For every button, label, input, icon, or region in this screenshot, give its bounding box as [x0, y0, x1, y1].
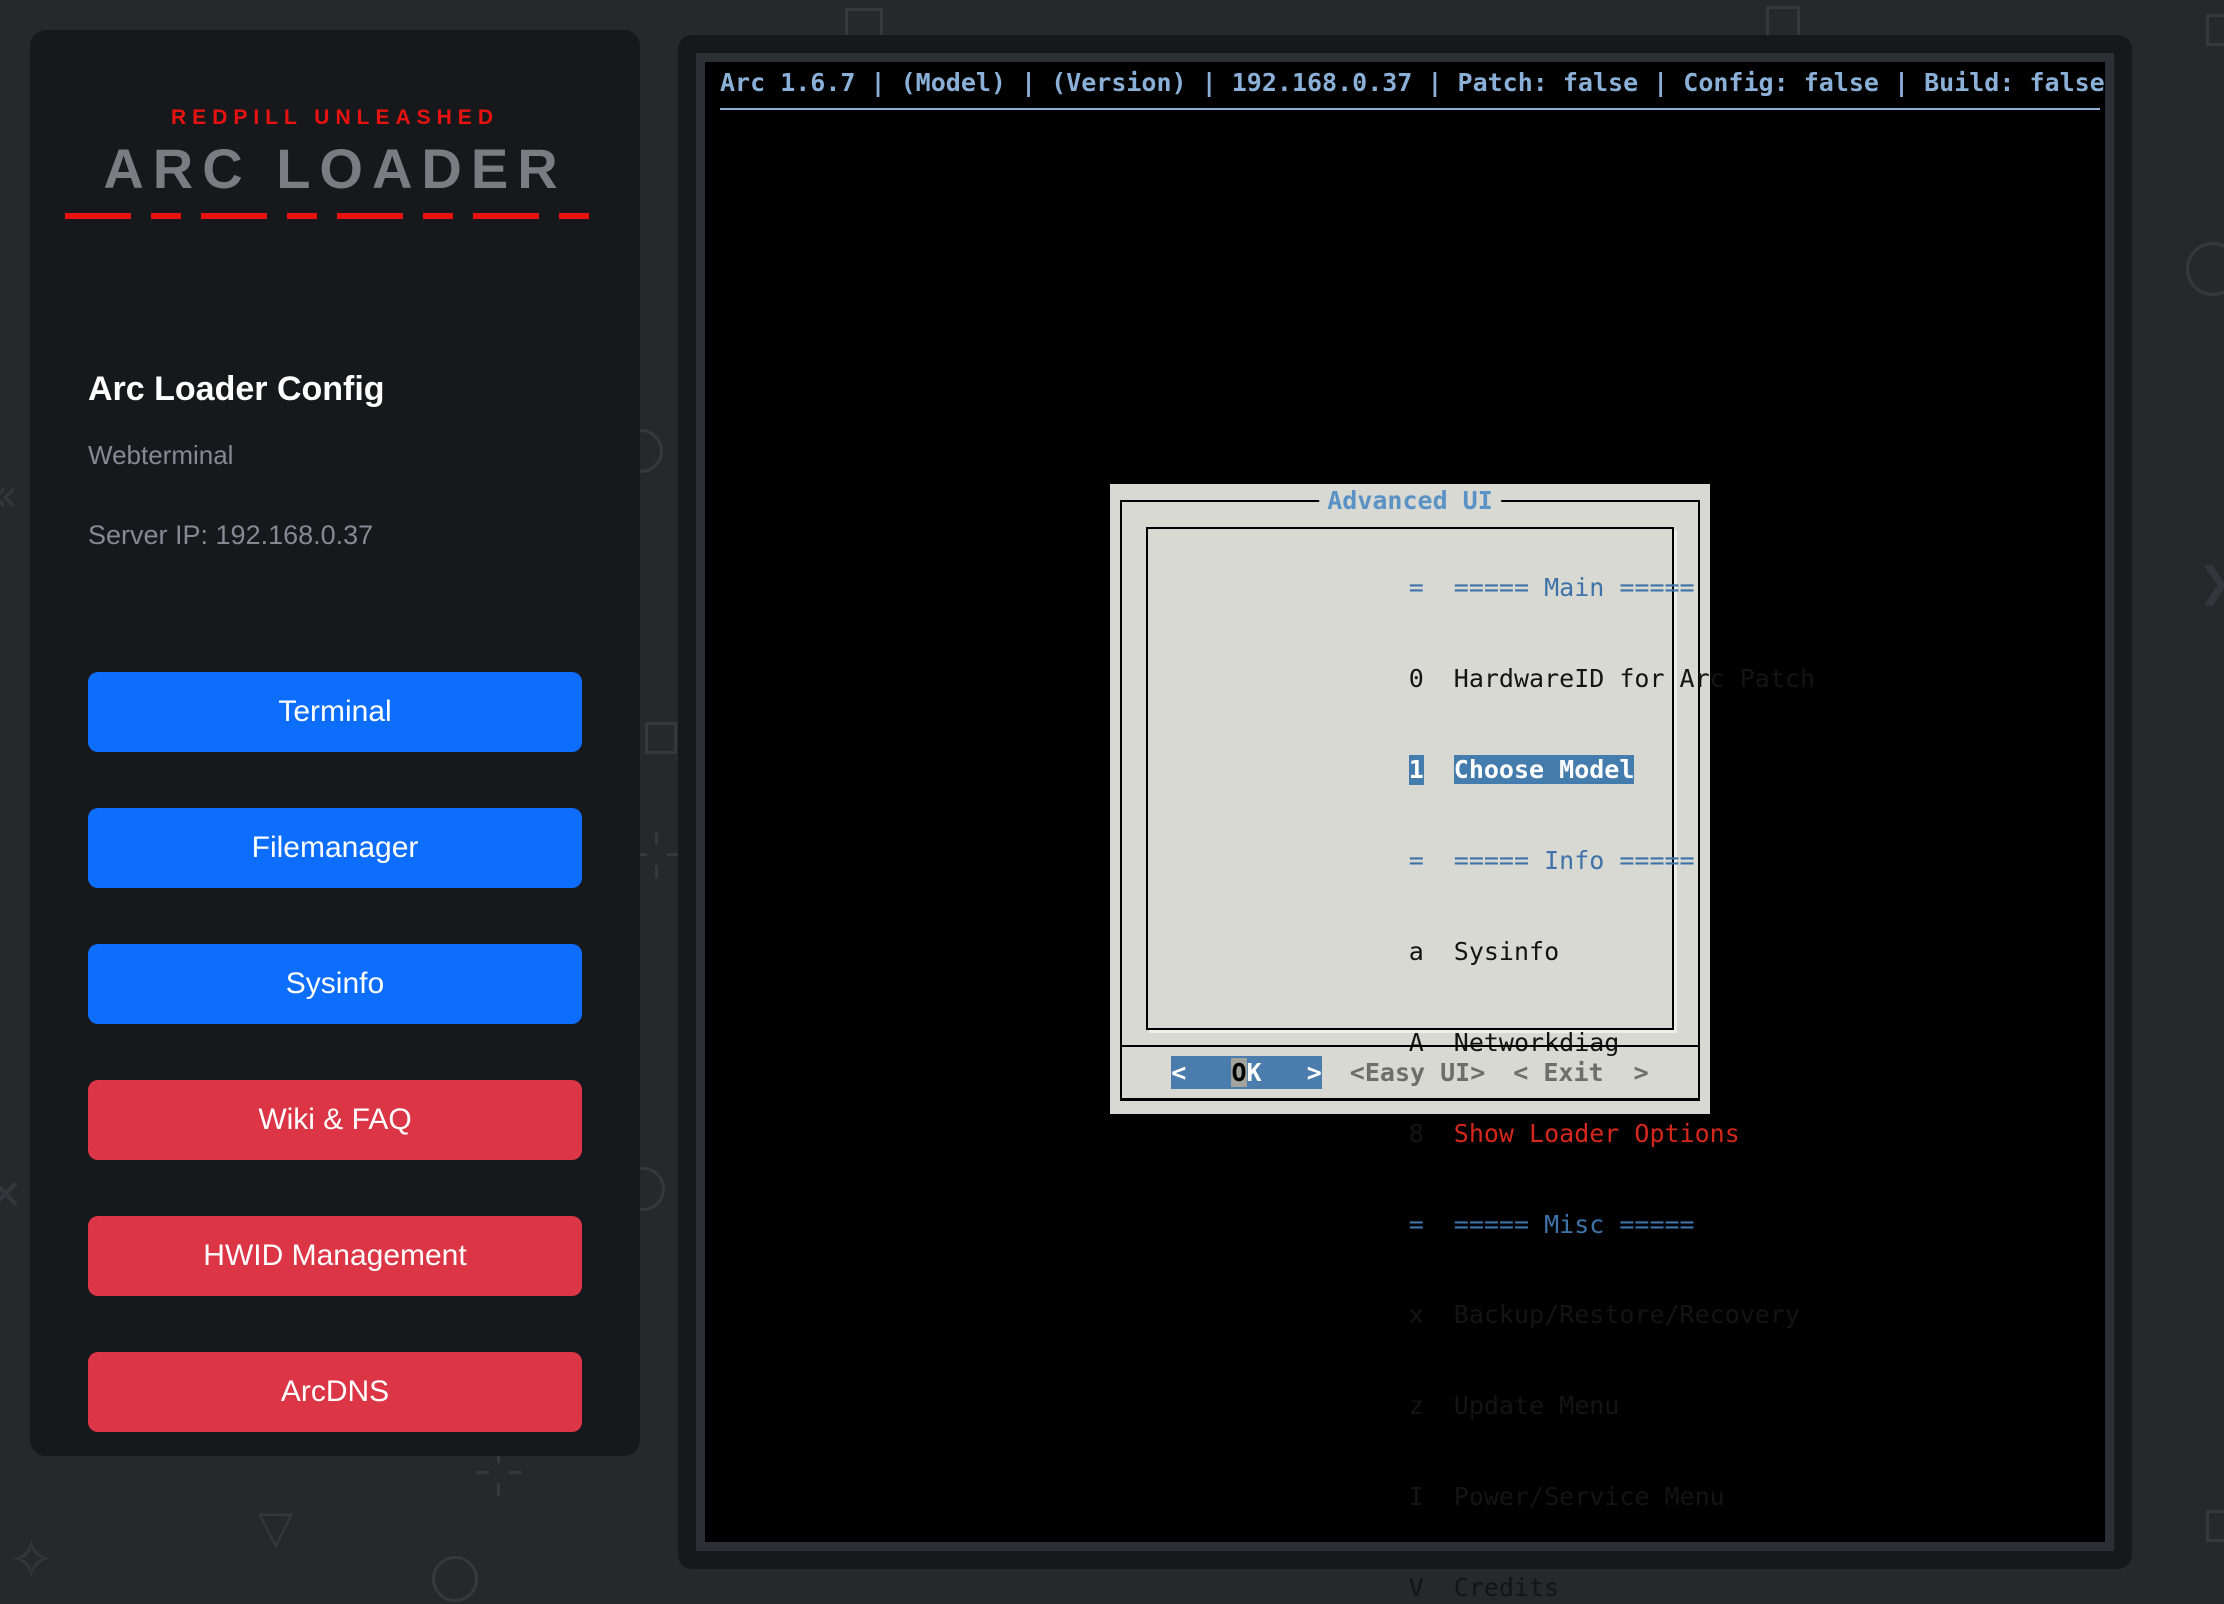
dialog-button-row: < OK > <Easy UI> < Exit > [1110, 1056, 1710, 1089]
logo-dashed-underline [65, 213, 605, 219]
sidebar-button-group: Terminal Filemanager Sysinfo Wiki & FAQ … [88, 672, 582, 1432]
dialog-menu-box: ====== Main ===== 0HardwareID for Arc Pa… [1146, 527, 1674, 1030]
menu-item-power-service[interactable]: IPower/Service Menu [1198, 1452, 1672, 1543]
decor-square [2206, 14, 2224, 46]
decor-square [2206, 1510, 2224, 1542]
terminal-status-line: Arc 1.6.7 | (Model) | (Version) | 192.16… [720, 68, 2105, 97]
menu-item-label: Sysinfo [1454, 937, 1559, 966]
menu-item-tag: x [1409, 1300, 1424, 1330]
decor-square [645, 722, 677, 754]
menu-item-label: Backup/Restore/Recovery [1454, 1300, 1800, 1329]
menu-item-tag: a [1409, 937, 1424, 967]
ok-button-text: < [1171, 1058, 1231, 1087]
decor-chevron: ❯ [2198, 560, 2224, 606]
sidebar: REDPILL UNLEASHED ARC LOADER Arc Loader … [30, 30, 640, 1456]
menu-item-tag: A [1409, 1028, 1424, 1058]
decor-crosshair [634, 832, 680, 878]
menu-item-label: Choose Model [1454, 755, 1635, 784]
page-subtitle: Webterminal [88, 440, 233, 471]
menu-item-label: Networkdiag [1454, 1028, 1620, 1057]
ok-button-text: K > [1247, 1058, 1322, 1087]
menu-item-tag: 1 [1409, 755, 1424, 785]
hwid-management-button[interactable]: HWID Management [88, 1216, 582, 1296]
logo-arc-loader: ARC LOADER [30, 136, 640, 201]
menu-item-tag: z [1409, 1391, 1424, 1421]
server-ip-label: Server IP: 192.168.0.37 [88, 520, 373, 551]
exit-button[interactable]: < Exit > [1513, 1056, 1648, 1089]
menu-item-label: Credits [1454, 1573, 1559, 1602]
menu-item-tag: 0 [1409, 664, 1424, 694]
menu-item-hardwareid[interactable]: 0HardwareID for Arc Patch [1198, 634, 1672, 725]
menu-item-sysinfo[interactable]: a Sysinfo [1198, 907, 1672, 998]
menu-item-choose-model[interactable]: 1 Choose Model [1198, 725, 1672, 816]
menu-item-label: ===== Info ===== [1454, 846, 1695, 875]
terminal-screen[interactable]: Arc 1.6.7 | (Model) | (Version) | 192.16… [705, 62, 2105, 1542]
advanced-ui-dialog: Advanced UI ====== Main ===== 0HardwareI… [1110, 484, 1710, 1114]
decor-circle [432, 1556, 478, 1602]
menu-item-tag: I [1409, 1482, 1424, 1512]
decor-star: ✧ [8, 1528, 55, 1593]
menu-item-label: ===== Misc ===== [1454, 1210, 1695, 1239]
decor-x-mark: ✕ [0, 1170, 23, 1219]
terminal-frame: Arc 1.6.7 | (Model) | (Version) | 192.16… [678, 35, 2132, 1569]
ok-button[interactable]: < OK > [1171, 1056, 1322, 1089]
menu-item-tag: = [1409, 573, 1424, 603]
menu-item-misc-header: ====== Misc ===== [1198, 1179, 1672, 1270]
sysinfo-button[interactable]: Sysinfo [88, 944, 582, 1024]
filemanager-button[interactable]: Filemanager [88, 808, 582, 888]
decor-triangle: ▽ [258, 1500, 293, 1554]
menu-item-tag: = [1409, 1210, 1424, 1240]
terminal-button[interactable]: Terminal [88, 672, 582, 752]
page-title: Arc Loader Config [88, 370, 385, 409]
menu-item-label: ===== Main ===== [1454, 573, 1695, 602]
menu-item-label: Show Loader Options [1454, 1119, 1740, 1148]
wiki-faq-button[interactable]: Wiki & FAQ [88, 1080, 582, 1160]
menu-item-label: HardwareID for Arc Patch [1454, 664, 1815, 693]
dialog-button-separator [1120, 1045, 1700, 1047]
arcdns-button[interactable]: ArcDNS [88, 1352, 582, 1432]
menu-item-label: Power/Service Menu [1454, 1482, 1725, 1511]
decor-circle [2186, 242, 2224, 296]
decor-chevron: « [0, 468, 18, 522]
menu-item-tag: V [1409, 1573, 1424, 1603]
logo-redpill-text: REDPILL UNLEASHED [30, 106, 640, 130]
decor-crosshair [476, 1450, 522, 1496]
dialog-title: Advanced UI [1319, 486, 1501, 516]
terminal-frame-inner: Arc 1.6.7 | (Model) | (Version) | 192.16… [696, 53, 2114, 1551]
menu-item-update-menu[interactable]: z Update Menu [1198, 1361, 1672, 1452]
menu-item-main-header: ====== Main ===== [1198, 543, 1672, 634]
menu-item-info-header: ====== Info ===== [1198, 816, 1672, 907]
terminal-status-rule [720, 108, 2100, 110]
page: « ❯ ✕ ✧ ▽ REDPILL UNLEASHED ARC LOADER A… [0, 0, 2224, 1604]
menu-item-tag: = [1409, 846, 1424, 876]
menu-item-backup-restore[interactable]: xBackup/Restore/Recovery [1198, 1270, 1672, 1361]
easy-ui-button[interactable]: <Easy UI> [1350, 1056, 1485, 1089]
menu-item-show-loader-options[interactable]: 8Show Loader Options [1198, 1088, 1672, 1179]
menu-item-tag: 8 [1409, 1119, 1424, 1149]
menu-item-credits[interactable]: V Credits [1198, 1543, 1672, 1604]
ok-button-cursor: O [1231, 1058, 1246, 1087]
menu-item-label: Update Menu [1454, 1391, 1620, 1420]
